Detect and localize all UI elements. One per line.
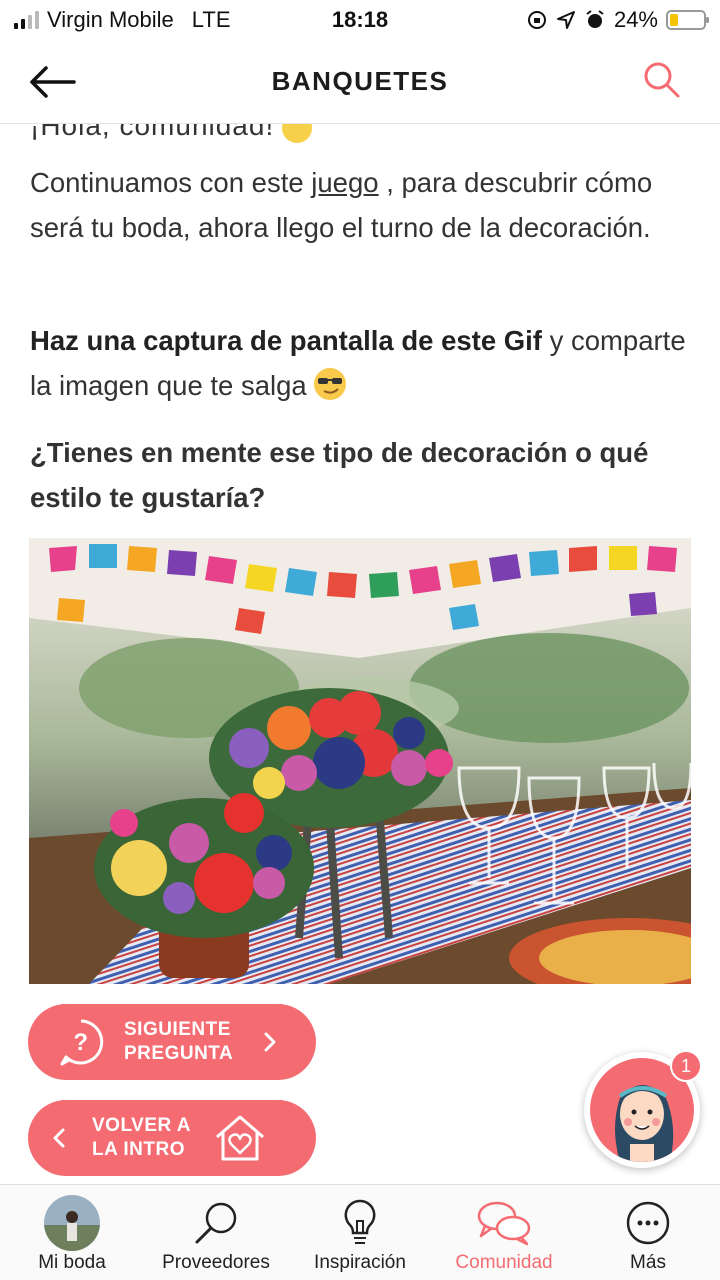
chevron-right-icon bbox=[264, 1032, 276, 1052]
paragraph-intro: Continuamos con este juego , para descub… bbox=[30, 160, 690, 250]
nav-item-mi-boda[interactable]: Mi boda bbox=[0, 1185, 144, 1280]
battery-percent: 24% bbox=[613, 7, 658, 32]
network-type: LTE bbox=[191, 7, 231, 32]
decoration-illustration bbox=[29, 538, 691, 984]
svg-text:?: ? bbox=[73, 1029, 88, 1056]
more-icon bbox=[626, 1201, 670, 1245]
back-to-intro-button[interactable]: VOLVER A LA INTRO bbox=[28, 1100, 316, 1176]
intro-text-start: Continuamos con este bbox=[30, 167, 312, 198]
battery-icon bbox=[666, 10, 709, 30]
signal-icon bbox=[14, 11, 39, 29]
assistant-button[interactable]: 1 bbox=[584, 1050, 702, 1168]
chevron-left-icon bbox=[53, 1128, 65, 1148]
paragraph-instructions: Haz una captura de pantalla de este Gif … bbox=[30, 318, 690, 408]
back-arrow-icon bbox=[30, 66, 76, 98]
game-link[interactable]: juego bbox=[311, 167, 378, 198]
bottom-nav: Mi boda Proveedores Inspiración Comunida… bbox=[0, 1184, 720, 1280]
next-question-label: SIGUIENTE PREGUNTA bbox=[124, 1018, 233, 1066]
nav-icon-wrap bbox=[44, 1194, 100, 1252]
orientation-lock-icon bbox=[527, 11, 546, 29]
page-title: BANQUETES bbox=[271, 66, 449, 96]
status-bar: Virgin Mobile LTE 18:18 24% bbox=[0, 0, 720, 40]
notification-badge: 1 bbox=[670, 1050, 702, 1082]
chat-bubbles-icon bbox=[477, 1201, 531, 1246]
avatar bbox=[44, 1195, 100, 1251]
greeting-line: ¡Hola, comunidad! bbox=[30, 124, 313, 143]
greeting-text: ¡Hola, comunidad! bbox=[30, 124, 275, 141]
next-label-line2: PREGUNTA bbox=[124, 1043, 234, 1064]
carrier-name: Virgin Mobile bbox=[47, 7, 174, 32]
nav-label-mi-boda: Mi boda bbox=[38, 1252, 106, 1273]
location-icon bbox=[556, 11, 575, 29]
search-button[interactable] bbox=[642, 60, 686, 104]
lightbulb-icon bbox=[344, 1199, 376, 1244]
nav-label-inspiracion: Inspiración bbox=[314, 1252, 406, 1273]
instructions-bold: Haz una captura de pantalla de este Gif bbox=[30, 325, 542, 356]
status-left: Virgin Mobile LTE bbox=[14, 7, 231, 33]
post-content: ¡Hola, comunidad! Continuamos con este j… bbox=[0, 124, 720, 1184]
nav-item-comunidad[interactable]: Comunidad bbox=[432, 1185, 576, 1280]
paragraph-question: ¿Tienes en mente ese tipo de decoración … bbox=[30, 437, 649, 513]
search-icon bbox=[195, 1202, 237, 1244]
nav-item-inspiracion[interactable]: Inspiración bbox=[288, 1185, 432, 1280]
house-heart-icon bbox=[216, 1115, 264, 1161]
status-right: 24% bbox=[526, 7, 709, 33]
nav-icon-wrap bbox=[191, 1194, 241, 1252]
alarm-icon bbox=[586, 10, 604, 28]
nav-label-mas: Más bbox=[630, 1252, 666, 1273]
battery-fill bbox=[670, 14, 678, 26]
back-to-intro-label: VOLVER A LA INTRO bbox=[92, 1114, 191, 1162]
back-button[interactable] bbox=[28, 60, 80, 104]
nav-item-proveedores[interactable]: Proveedores bbox=[144, 1185, 288, 1280]
smile-emoji-icon bbox=[282, 124, 313, 143]
nav-item-mas[interactable]: Más bbox=[576, 1185, 720, 1280]
nav-icon-wrap bbox=[340, 1194, 380, 1252]
nav-label-comunidad: Comunidad bbox=[455, 1252, 553, 1273]
intro-label-line2: LA INTRO bbox=[92, 1139, 186, 1160]
intro-label-line1: VOLVER A bbox=[92, 1115, 192, 1136]
question-icon: ? bbox=[60, 1019, 104, 1066]
next-label-line1: SIGUIENTE bbox=[124, 1019, 231, 1040]
nav-label-proveedores: Proveedores bbox=[162, 1252, 270, 1273]
search-icon bbox=[644, 62, 680, 98]
next-question-button[interactable]: ? SIGUIENTE PREGUNTA bbox=[28, 1004, 316, 1080]
app-header: BANQUETES bbox=[0, 40, 720, 124]
sunglasses-emoji-icon bbox=[313, 368, 346, 400]
nav-icon-wrap bbox=[475, 1194, 533, 1252]
decoration-gif bbox=[29, 538, 691, 984]
nav-icon-wrap bbox=[625, 1194, 671, 1252]
